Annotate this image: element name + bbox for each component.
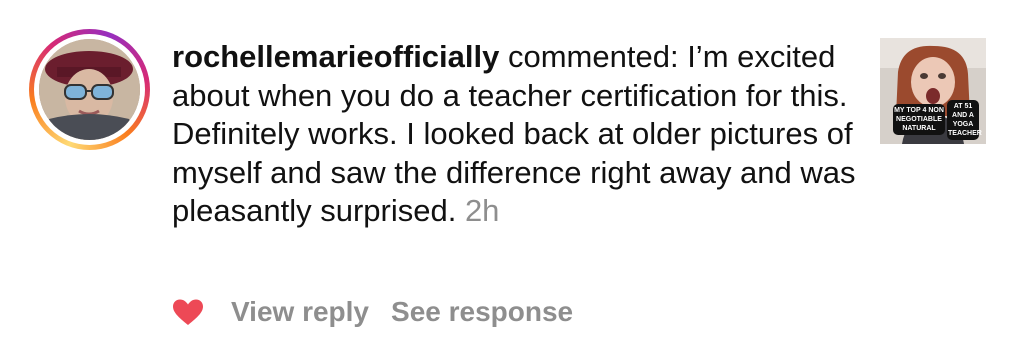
view-reply-button[interactable]: View reply (231, 296, 369, 328)
comment-username[interactable]: rochellemarieofficially (172, 39, 499, 74)
avatar-photo (39, 39, 140, 140)
avatar[interactable] (29, 29, 150, 150)
thumbnail-caption-left: MY TOP 4 NON NEGOTIABLE NATURAL (893, 104, 945, 135)
see-response-button[interactable]: See response (391, 296, 573, 328)
comment-verb: commented: (499, 39, 688, 74)
comment-actions: View reply See response (172, 290, 595, 334)
post-thumbnail[interactable]: MY TOP 4 NON NEGOTIABLE NATURAL AT 51 AN… (880, 38, 986, 144)
heart-icon[interactable] (172, 298, 204, 326)
thumbnail-caption-right: AT 51 AND A YOGA TEACHER (947, 100, 982, 140)
comment-timestamp: 2h (464, 193, 500, 228)
comment-body: rochellemarieofficially commented: I’m e… (172, 38, 862, 231)
